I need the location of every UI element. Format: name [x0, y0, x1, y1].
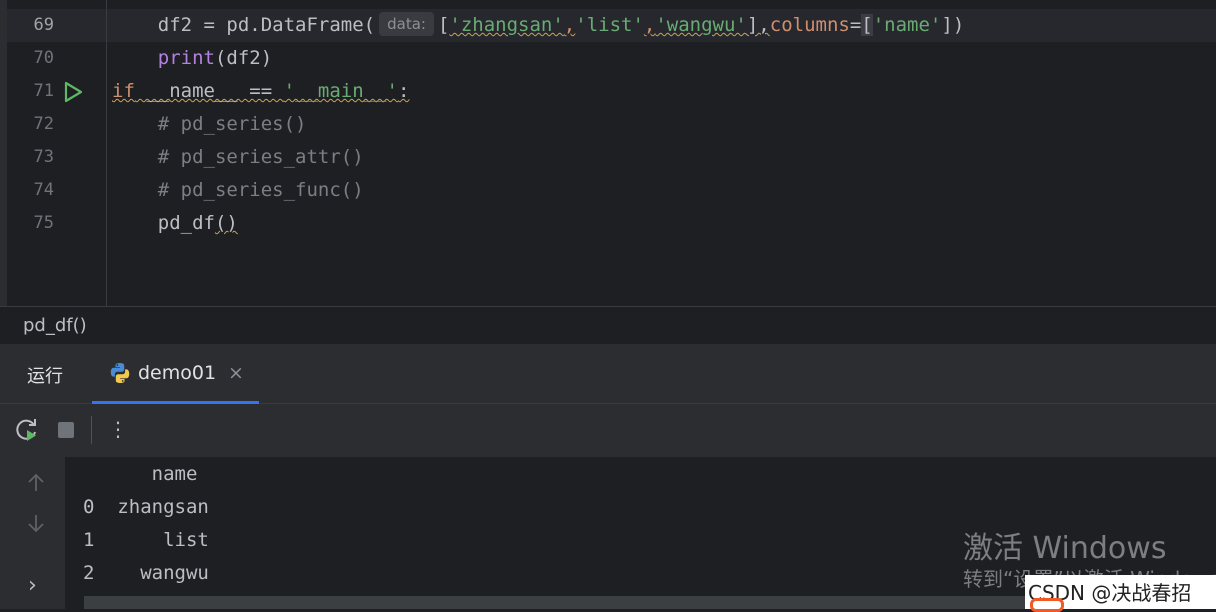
string-literal: 'zhangsan'	[449, 14, 564, 36]
line-number: 74	[33, 180, 54, 200]
keyword-argument: columns	[769, 14, 850, 36]
builtin-function: print	[157, 47, 215, 69]
code-line-74[interactable]: # pd_series_func()	[112, 174, 364, 207]
tab-demo01[interactable]: demo01 ×	[92, 344, 259, 404]
console-line: name	[83, 463, 198, 485]
run-main-icon[interactable]	[62, 81, 84, 103]
keyword: if	[112, 80, 135, 102]
code-line-70[interactable]: print(df2)	[112, 42, 272, 75]
activate-windows-title: 激活 Windows	[963, 531, 1167, 566]
code-token: ])	[941, 14, 965, 36]
console-line: 1 list	[83, 529, 209, 551]
line-number: 71	[33, 81, 54, 101]
code-token: ],	[746, 14, 770, 36]
code-line-73[interactable]: # pd_series_attr()	[112, 141, 364, 174]
string-literal: 'list'	[575, 14, 644, 36]
console-line: 2 wangwu	[83, 562, 209, 584]
annotation-mark	[1030, 598, 1064, 612]
code-token: ,	[643, 14, 656, 36]
parameter-hint: data:	[379, 12, 434, 36]
code-line-69[interactable]: df2 = pd.DataFrame(data: ['zhangsan','lis…	[112, 9, 964, 42]
tab-label: demo01	[138, 362, 217, 384]
code-token: ()	[214, 212, 238, 234]
code-editor[interactable]: 69 70 71 72 73 74 75 df2 = pd.DataFrame(…	[0, 0, 1216, 306]
string-literal: 'wangwu'	[655, 14, 747, 36]
breadcrumb-item[interactable]: pd_df()	[23, 315, 87, 336]
arrow-down-icon[interactable]	[24, 511, 48, 535]
code-token: ,	[563, 14, 576, 36]
code-token: [	[437, 14, 450, 36]
code-token: (df2)	[214, 47, 273, 69]
code-token: :	[398, 80, 410, 102]
rerun-icon[interactable]	[14, 417, 40, 443]
more-options-icon[interactable]: ⋮	[108, 417, 128, 441]
line-number: 70	[33, 48, 54, 68]
breadcrumb[interactable]: pd_df()	[0, 306, 1216, 344]
code-line-71[interactable]: if __name__ == '__main__':	[112, 75, 409, 108]
bracket-match: [	[861, 14, 873, 36]
code-token: df2 = pd.DataFrame(	[112, 14, 376, 36]
code-line-75[interactable]: pd_df()	[112, 207, 238, 240]
line-number: 69	[33, 15, 54, 35]
stop-icon[interactable]	[53, 417, 79, 443]
editor-top-strip	[0, 0, 1216, 8]
console-side-strip: ›	[0, 457, 65, 609]
close-icon[interactable]: ×	[228, 362, 244, 384]
python-icon	[110, 363, 130, 383]
run-toolbar: ⋮	[0, 404, 1216, 457]
line-number: 72	[33, 114, 54, 134]
line-number: 75	[33, 213, 54, 233]
run-tab-bar: 运行 demo01 ×	[0, 344, 1216, 404]
code-token: =	[849, 14, 862, 36]
run-window-title: 运行	[27, 366, 63, 387]
line-number: 73	[33, 147, 54, 167]
arrow-up-icon[interactable]	[24, 471, 48, 495]
gutter-separator	[106, 0, 107, 306]
string-literal: 'name'	[872, 14, 942, 36]
console-line: 0 zhangsan	[83, 496, 209, 518]
code-token: pd_df	[112, 212, 215, 234]
chevron-right-icon[interactable]: ›	[28, 573, 37, 598]
string-literal: '__main__'	[283, 80, 398, 102]
toolbar-separator	[91, 416, 92, 444]
code-line-72[interactable]: # pd_series()	[112, 108, 307, 141]
code-token: __name__ ==	[134, 80, 284, 102]
